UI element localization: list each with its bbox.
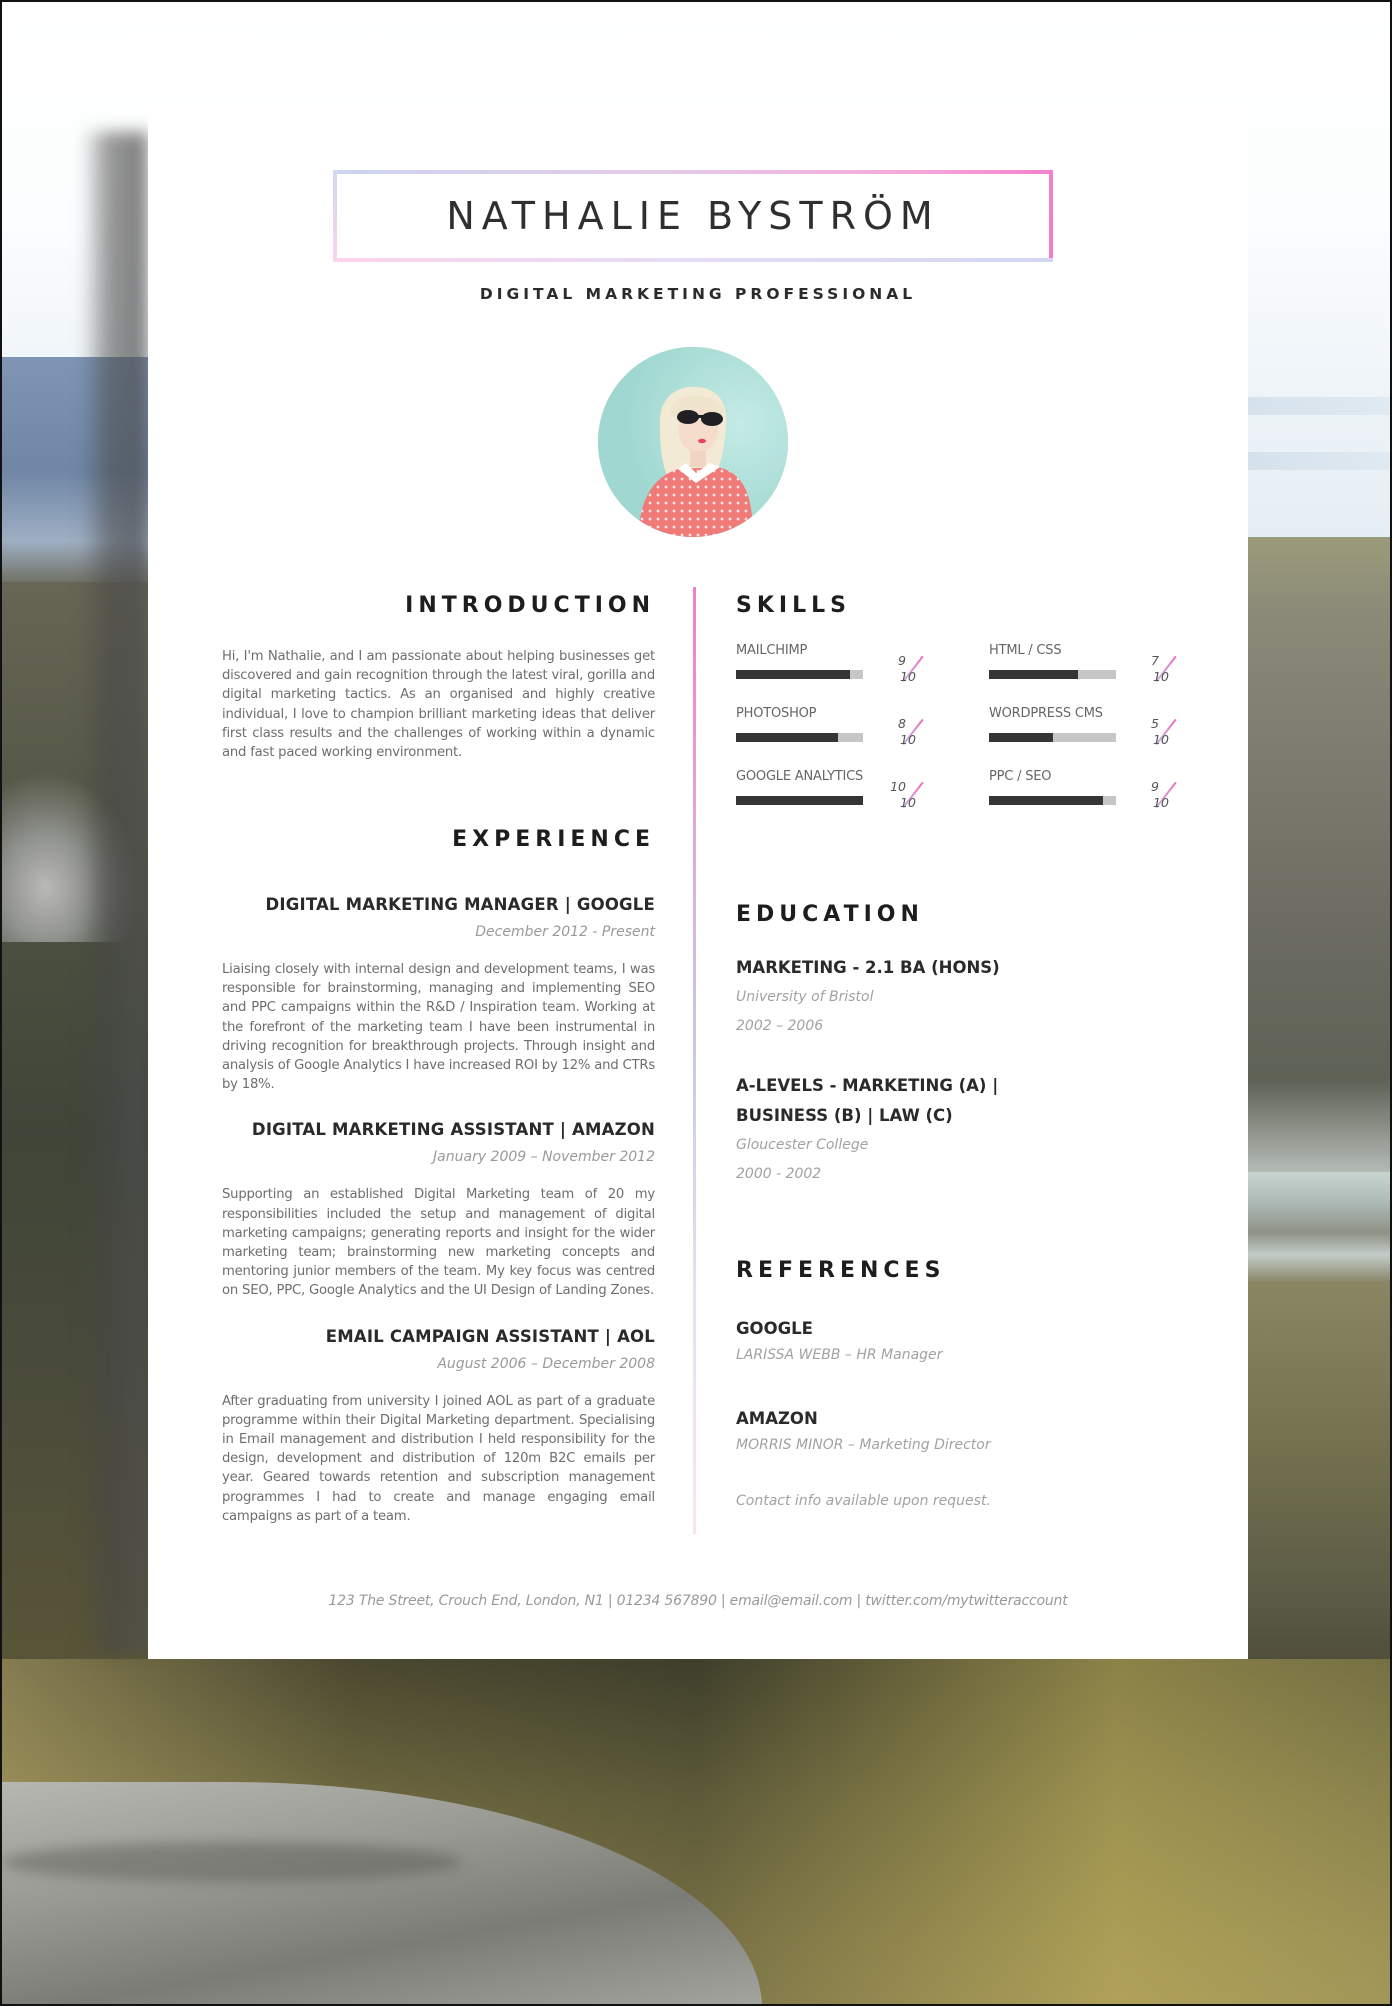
reference-entry: AMAZON MORRIS MINOR – Marketing Director	[736, 1409, 1186, 1453]
education-section: EDUCATION MARKETING - 2.1 BA (HONS) Univ…	[736, 902, 1186, 1189]
skill-score-value: 10	[890, 779, 906, 794]
skill-bar-fill	[989, 796, 1104, 805]
profile-photo	[598, 347, 788, 537]
job-dates: January 2009 – November 2012	[433, 1149, 655, 1166]
skill-item: HTML / CSS 7 10	[989, 643, 1189, 703]
skill-score: 10 10	[888, 779, 924, 813]
skill-name: HTML / CSS	[989, 643, 1062, 658]
candidate-name: NATHALIE BYSTRÖM	[446, 194, 940, 238]
skill-name: PHOTOSHOP	[736, 706, 817, 721]
name-frame-edge	[333, 258, 1053, 262]
skill-item: MAILCHIMP 9 10	[736, 643, 936, 703]
skill-item: PHOTOSHOP 8 10	[736, 706, 936, 766]
skills-section: SKILLS MAILCHIMP 9 10 HTML / CSS 7 10 PHOTOSHO…	[736, 593, 1186, 823]
job-entry: EMAIL CAMPAIGN ASSISTANT | AOL August 20…	[222, 1327, 655, 1526]
skill-score-value: 5	[1151, 716, 1159, 731]
skill-score-value: 7	[1151, 653, 1159, 668]
background-cliff	[1248, 537, 1390, 1177]
skill-bar-fill	[736, 670, 851, 679]
skill-score: 9 10	[1141, 779, 1177, 813]
background-cloud	[1248, 452, 1390, 470]
skill-bar-fill	[989, 733, 1053, 742]
job-description: Liaising closely with internal design an…	[222, 962, 655, 1093]
skill-score-max: 10	[900, 732, 916, 747]
skill-score-max: 10	[1153, 669, 1169, 684]
skill-score-value: 9	[898, 653, 906, 668]
job-title: DIGITAL MARKETING MANAGER | GOOGLE	[265, 895, 655, 914]
background-cloud	[1248, 397, 1390, 415]
reference-company: GOOGLE	[736, 1319, 813, 1338]
skill-bar-fill	[736, 796, 863, 805]
skill-name: WORDPRESS CMS	[989, 706, 1103, 721]
job-entry: DIGITAL MARKETING ASSISTANT | AMAZON Jan…	[222, 1120, 655, 1300]
skill-item: PPC / SEO 9 10	[989, 769, 1189, 829]
skill-bar-track	[989, 733, 1116, 742]
education-heading: EDUCATION	[736, 902, 924, 927]
skill-score-max: 10	[1153, 732, 1169, 747]
skill-score: 9 10	[888, 653, 924, 687]
skill-bar-track	[736, 733, 863, 742]
reference-entry: GOOGLE LARISSA WEBB – HR Manager	[736, 1319, 1186, 1363]
skill-name: PPC / SEO	[989, 769, 1052, 784]
job-dates: December 2012 - Present	[475, 924, 655, 940]
skill-score: 7 10	[1141, 653, 1177, 687]
job-description: Supporting an established Digital Market…	[222, 1187, 655, 1299]
resume-page: NATHALIE BYSTRÖM DIGITAL MARKETING PROFE…	[148, 107, 1248, 1659]
degree-title: BUSINESS (B) | LAW (C)	[736, 1106, 953, 1125]
reference-person: MORRIS MINOR – Marketing Director	[736, 1437, 991, 1453]
study-years: 2000 - 2002	[736, 1166, 822, 1182]
job-dates: August 2006 – December 2008	[437, 1355, 655, 1372]
skill-bar-track	[989, 796, 1116, 805]
introduction-heading: INTRODUCTION	[405, 593, 655, 618]
job-title: DIGITAL MARKETING ASSISTANT | AMAZON	[251, 1120, 655, 1140]
degree-title: A-LEVELS - MARKETING (A) |	[736, 1076, 999, 1095]
skill-bar-track	[736, 796, 863, 805]
skill-score-max: 10	[900, 795, 916, 810]
degree-title: MARKETING - 2.1 BA (HONS)	[736, 958, 1000, 977]
skill-score: 5 10	[1141, 716, 1177, 750]
study-years: 2002 – 2006	[736, 1018, 824, 1034]
paper-shadow	[82, 132, 148, 1652]
skill-score-max: 10	[1153, 795, 1169, 810]
experience-heading: EXPERIENCE	[452, 827, 655, 852]
skill-bar-track	[989, 670, 1116, 679]
skills-heading: SKILLS	[736, 593, 851, 618]
skill-score-value: 8	[898, 716, 906, 731]
skill-score: 8 10	[888, 716, 924, 750]
job-entry: DIGITAL MARKETING MANAGER | GOOGLE Decem…	[222, 895, 655, 1094]
introduction-text: Hi, I'm Nathalie, and I am passionate ab…	[222, 649, 655, 761]
name-frame: NATHALIE BYSTRÖM	[333, 170, 1053, 262]
institution: University of Bristol	[736, 989, 874, 1005]
reference-company: AMAZON	[736, 1409, 818, 1428]
introduction-section: INTRODUCTION Hi, I'm Nathalie, and I am …	[222, 593, 655, 762]
skill-score-value: 9	[1151, 779, 1159, 794]
job-description: After graduating from university I joine…	[222, 1393, 655, 1524]
education-entry: A-LEVELS - MARKETING (A) | BUSINESS (B) …	[736, 1071, 1186, 1189]
column-divider	[693, 587, 696, 1534]
skill-bar-fill	[736, 733, 838, 742]
portrait-image	[598, 347, 788, 537]
background-slope	[1248, 1282, 1390, 1682]
skill-score-max: 10	[900, 669, 916, 684]
skill-name: MAILCHIMP	[736, 643, 808, 658]
screenshot-frame: NATHALIE BYSTRÖM DIGITAL MARKETING PROFE…	[0, 0, 1392, 2006]
skill-item: WORDPRESS CMS 5 10	[989, 706, 1189, 766]
background-river	[1248, 1172, 1390, 1282]
references-heading: REFERENCES	[736, 1258, 946, 1283]
references-note: Contact info available upon request.	[736, 1493, 991, 1509]
candidate-title: DIGITAL MARKETING PROFESSIONAL	[479, 285, 917, 303]
skill-name: GOOGLE ANALYTICS	[736, 769, 864, 784]
institution: Gloucester College	[736, 1137, 869, 1153]
references-section: REFERENCES GOOGLE LARISSA WEBB – HR Mana…	[736, 1258, 1186, 1509]
contact-footer: 123 The Street, Crouch End, London, N1 |…	[328, 1593, 1068, 1609]
job-title: EMAIL CAMPAIGN ASSISTANT | AOL	[325, 1326, 655, 1346]
experience-section: EXPERIENCE DIGITAL MARKETING MANAGER | G…	[222, 827, 655, 1526]
reference-person: LARISSA WEBB – HR Manager	[736, 1347, 943, 1363]
skill-bar-fill	[989, 670, 1078, 679]
skill-item: GOOGLE ANALYTICS 10 10	[736, 769, 936, 829]
skill-bar-track	[736, 670, 863, 679]
education-entry: MARKETING - 2.1 BA (HONS) University of …	[736, 953, 1186, 1041]
